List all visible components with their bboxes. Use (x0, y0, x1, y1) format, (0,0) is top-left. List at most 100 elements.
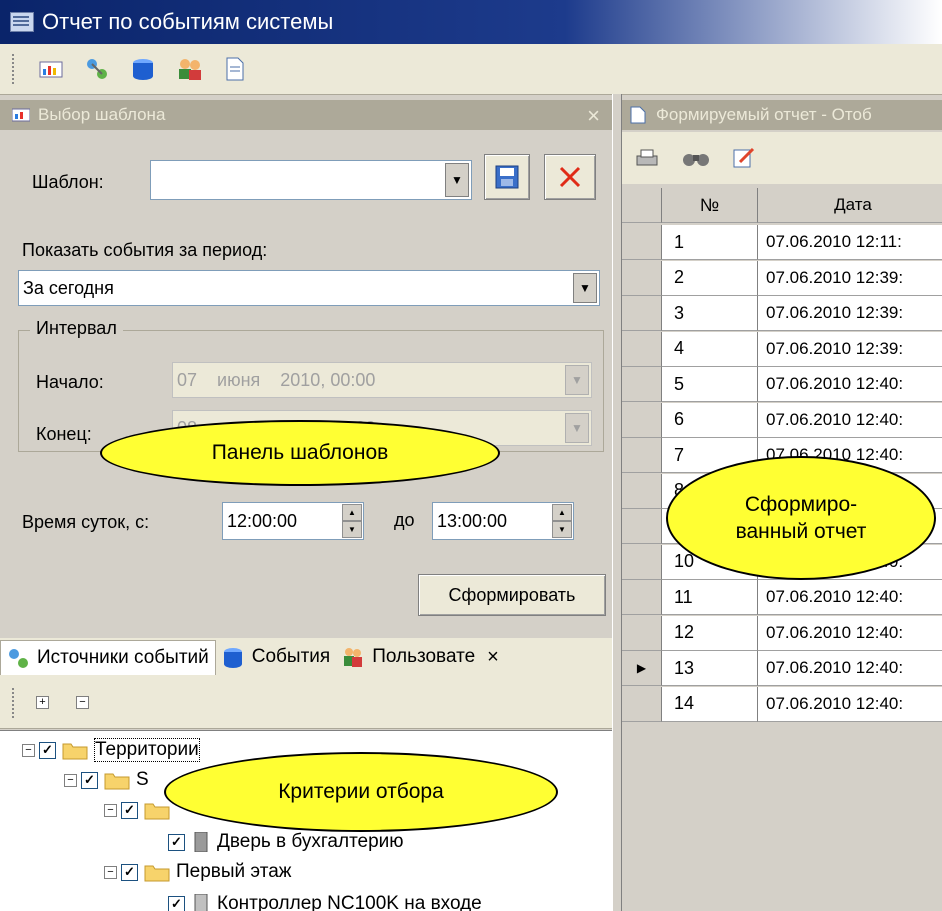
checkbox-checked-icon[interactable]: ✓ (121, 801, 138, 819)
checkbox-checked-icon[interactable]: ✓ (168, 833, 185, 851)
template-panel-title: Выбор шаблона × (0, 100, 612, 130)
chart-icon[interactable] (38, 56, 64, 82)
table-row[interactable]: 12 07.06.2010 12:40: (622, 615, 942, 651)
tab-label: Пользовате (372, 646, 476, 667)
time-from-value: 12:00:00 (227, 510, 298, 531)
print-icon[interactable] (634, 147, 660, 169)
tab-users[interactable]: Пользовате (336, 640, 481, 674)
report-toolbar (622, 132, 942, 184)
row-selector[interactable] (622, 686, 662, 722)
period-combobox-value: За сегодня (23, 277, 114, 298)
cell-date: 07.06.2010 12:11: (758, 225, 942, 260)
checkbox-checked-icon[interactable]: ✓ (39, 741, 56, 759)
row-selector[interactable] (622, 509, 662, 544)
row-selector[interactable] (622, 580, 662, 615)
row-selector[interactable] (622, 296, 662, 331)
chevron-down-icon[interactable]: ▼ (565, 413, 589, 443)
cell-date: 07.06.2010 12:40: (758, 367, 942, 402)
window-icon (10, 12, 34, 32)
tab-events[interactable]: События (216, 640, 336, 674)
time-to-spinner[interactable]: 13:00:00 ▲ ▼ (432, 502, 574, 540)
collapse-icon[interactable]: − (104, 803, 117, 817)
close-icon[interactable]: × (587, 103, 600, 129)
table-row[interactable]: 14 07.06.2010 12:40: (622, 686, 942, 722)
table-row[interactable]: 6 07.06.2010 12:40: (622, 402, 942, 438)
row-selector[interactable] (622, 331, 662, 367)
row-selector[interactable] (622, 225, 662, 260)
collapse-icon[interactable]: − (104, 865, 117, 879)
cell-number: 11 (662, 580, 758, 615)
close-icon[interactable]: × (487, 646, 499, 669)
row-selector[interactable] (622, 473, 662, 509)
save-icon (495, 165, 519, 189)
users-icon[interactable] (176, 56, 202, 82)
column-header-date[interactable]: Дата (758, 188, 942, 223)
tree-toolbar: + − (0, 676, 612, 729)
spin-up-icon[interactable]: ▲ (552, 504, 572, 521)
column-header-number[interactable]: № (662, 188, 758, 223)
table-row[interactable]: 5 07.06.2010 12:40: (622, 367, 942, 402)
cell-date: 07.06.2010 12:39: (758, 331, 942, 367)
panel-splitter[interactable] (612, 94, 622, 911)
row-selector[interactable] (622, 615, 662, 651)
table-row[interactable]: 4 07.06.2010 12:39: (622, 331, 942, 367)
callout-report: Сформиро- ванный отчет (666, 456, 936, 580)
tree-node-territories[interactable]: − ✓ Территории (22, 735, 200, 765)
tree-node-controller[interactable]: ✓ Контроллер NC100K на входе (168, 889, 482, 911)
toolbar-grip[interactable] (12, 54, 18, 84)
table-row[interactable]: 2 07.06.2010 12:39: (622, 260, 942, 296)
generate-report-button[interactable]: Сформировать (418, 574, 606, 616)
tab-event-sources[interactable]: Источники событий (0, 639, 216, 675)
checkbox-checked-icon[interactable]: ✓ (121, 863, 138, 881)
time-from-spinner[interactable]: 12:00:00 ▲ ▼ (222, 502, 364, 540)
source-tabs: Источники событий События Пользовате × (0, 638, 612, 677)
document-icon[interactable] (222, 56, 248, 82)
folder-icon (62, 743, 88, 760)
events-db-icon (223, 648, 242, 668)
expand-all-icon[interactable]: + (36, 696, 49, 709)
toolbar-grip[interactable] (12, 688, 18, 718)
table-row[interactable]: 3 07.06.2010 12:39: (622, 296, 942, 331)
cell-number: 4 (662, 331, 758, 367)
delete-template-button[interactable] (544, 154, 596, 200)
collapse-icon[interactable]: − (22, 743, 35, 757)
sources-icon[interactable] (84, 56, 110, 82)
collapse-icon[interactable]: − (64, 773, 77, 787)
tree-node-building[interactable]: − ✓ S (64, 765, 149, 795)
edit-icon[interactable] (732, 146, 756, 170)
table-row[interactable]: ▶ 13 07.06.2010 12:40: (622, 651, 942, 686)
sources-icon (9, 648, 28, 668)
row-selector[interactable] (622, 260, 662, 296)
row-selector[interactable] (622, 402, 662, 438)
cell-number: 13 (662, 651, 758, 686)
save-template-button[interactable] (484, 154, 530, 200)
checkbox-checked-icon[interactable]: ✓ (168, 895, 185, 911)
cell-number: 5 (662, 367, 758, 402)
chevron-down-icon[interactable]: ▼ (565, 365, 589, 395)
period-combobox[interactable]: За сегодня ▼ (18, 270, 600, 306)
report-panel-title-text: Формируемый отчет - Отоб (656, 105, 872, 124)
binoculars-icon[interactable] (682, 148, 710, 168)
cell-date: 07.06.2010 12:40: (758, 686, 942, 722)
collapse-all-icon[interactable]: − (76, 696, 89, 709)
tab-label: Источники событий (37, 646, 209, 668)
checkbox-checked-icon[interactable]: ✓ (81, 771, 98, 789)
table-row[interactable]: 1 07.06.2010 12:11: (622, 225, 942, 260)
template-combobox[interactable]: ▼ (150, 160, 472, 200)
tree-node-first-floor[interactable]: − ✓ Первый этаж (104, 857, 291, 887)
tree-node-floor[interactable]: − ✓ (104, 795, 176, 825)
spin-up-icon[interactable]: ▲ (342, 504, 362, 521)
row-selector[interactable] (622, 438, 662, 473)
spin-down-icon[interactable]: ▼ (552, 521, 572, 538)
chevron-down-icon[interactable]: ▼ (445, 163, 469, 197)
row-selector[interactable] (622, 367, 662, 402)
events-db-icon[interactable] (130, 56, 156, 82)
table-row[interactable]: 11 07.06.2010 12:40: (622, 580, 942, 615)
chevron-down-icon[interactable]: ▼ (573, 273, 597, 303)
tree-node-label: Дверь в бухгалтерию (217, 831, 404, 852)
document-icon (630, 106, 646, 124)
start-date-picker[interactable]: 07 июня 2010, 00:00 ▼ (172, 362, 592, 398)
row-selector[interactable]: ▶ (622, 651, 662, 686)
row-selector[interactable] (622, 544, 662, 580)
spin-down-icon[interactable]: ▼ (342, 521, 362, 538)
